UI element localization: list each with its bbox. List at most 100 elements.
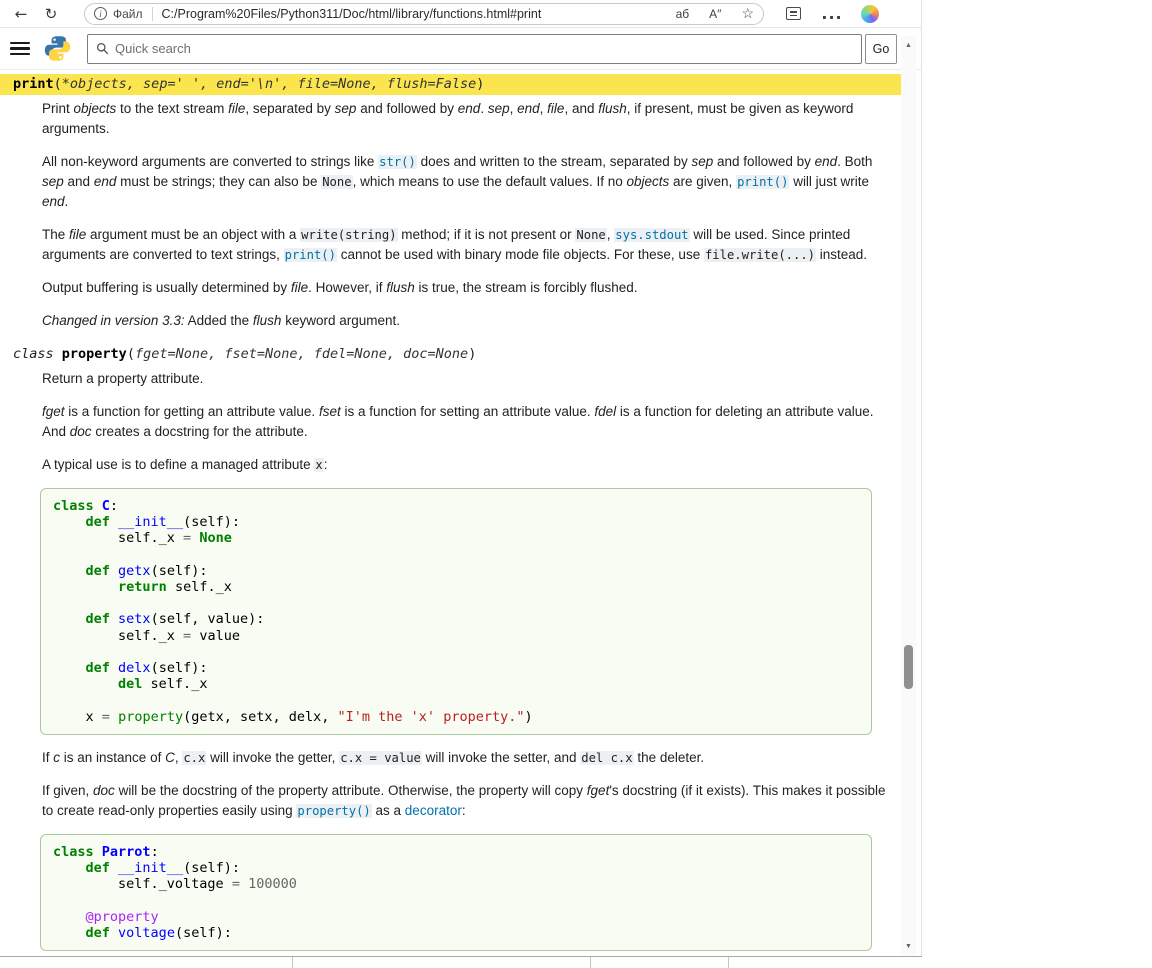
code-token: = — [183, 628, 191, 644]
code-token — [110, 611, 118, 627]
refresh-button[interactable]: ↻ — [36, 2, 66, 26]
code-link[interactable]: sys.stdout — [614, 228, 689, 242]
italic-text: end — [458, 101, 481, 116]
address-bar[interactable]: i Файл C:/Program%20Files/Python311/Doc/… — [84, 3, 764, 25]
italic-text: end — [94, 174, 117, 189]
italic-text: sep — [692, 154, 714, 169]
screen: ← ↻ i Файл C:/Program%20Files/Python311/… — [0, 0, 1152, 968]
address-url[interactable]: C:/Program%20Files/Python311/Doc/html/li… — [162, 7, 656, 21]
code-token — [53, 514, 86, 530]
code-line: self._x = None — [53, 530, 859, 546]
code-token: 100000 — [248, 876, 297, 892]
code-token: return — [118, 579, 167, 595]
text-segment: creates a docstring for the attribute. — [92, 424, 308, 439]
print-entry: print(*objects, sep=' ', end='\n', file=… — [0, 74, 901, 331]
text-segment: : — [324, 457, 328, 472]
paragraph: Output buffering is usually determined b… — [42, 278, 887, 298]
text-segment: must be strings; they can also be — [116, 174, 321, 189]
paragraph: If given, doc will be the docstring of t… — [42, 781, 887, 821]
print-signature: print(*objects, sep=' ', end='\n', file=… — [0, 74, 901, 95]
text-segment: and followed by — [356, 101, 457, 116]
scrollbar-thumb[interactable] — [904, 645, 913, 689]
text-segment: All non-keyword arguments are converted … — [42, 154, 378, 169]
italic-text: fset — [319, 404, 341, 419]
code-line — [53, 892, 859, 908]
scroll-up-arrow[interactable]: ▲ — [901, 38, 916, 53]
code-token — [110, 925, 118, 941]
code-line: x = property(getx, setx, delx, "I'm the … — [53, 709, 859, 725]
text-segment: argument must be an object with a — [86, 227, 300, 242]
back-button[interactable]: ← — [6, 2, 36, 26]
code-token: property — [118, 709, 183, 725]
code-token — [94, 844, 102, 860]
favorites-star-icon[interactable]: ☆ — [741, 5, 754, 22]
code-line — [53, 692, 859, 708]
search-go-button[interactable]: Go — [865, 34, 897, 64]
code-token: (self): — [183, 514, 240, 530]
code-token: (self): — [151, 660, 208, 676]
code-link[interactable]: str() — [378, 155, 417, 169]
italic-text: fget — [587, 783, 610, 798]
scroll-down-arrow[interactable]: ▼ — [901, 939, 916, 954]
code-token: del — [118, 676, 142, 692]
text-segment: is true, the stream is forcibly flushed. — [415, 280, 638, 295]
version-changed-note: Changed in version 3.3: Added the flush … — [42, 311, 887, 331]
italic-text: objects — [626, 174, 669, 189]
link[interactable]: decorator — [405, 803, 462, 818]
property-signature: class property(fget=None, fset=None, fde… — [0, 344, 901, 365]
code-token: self._x — [167, 579, 232, 595]
vertical-scrollbar[interactable]: ▲ ▼ — [901, 36, 916, 956]
text-segment: will be the docstring of the property at… — [115, 783, 587, 798]
read-aloud-icon[interactable]: A″ — [709, 7, 721, 21]
collections-icon[interactable] — [786, 7, 801, 20]
code-token: C — [102, 498, 110, 514]
copilot-icon[interactable] — [861, 5, 879, 23]
python-logo[interactable] — [44, 35, 71, 62]
page-info-icon[interactable]: i — [94, 7, 107, 20]
text-segment: is a function for getting an attribute v… — [65, 404, 319, 419]
code-line: def getx(self): — [53, 563, 859, 579]
italic-text: c — [53, 750, 60, 765]
code-token: : — [151, 844, 159, 860]
paragraph: All non-keyword arguments are converted … — [42, 152, 887, 212]
italic-text: sep — [335, 101, 357, 116]
code-token: def — [86, 563, 110, 579]
code-line: class Parrot: — [53, 844, 859, 860]
text-segment: cannot be used with binary mode file obj… — [337, 247, 704, 262]
class-name: property — [62, 346, 127, 362]
text-segment: If given, — [42, 783, 93, 798]
italic-text: sep — [488, 101, 510, 116]
inline-code: None — [575, 228, 606, 242]
code-link[interactable]: print() — [284, 248, 337, 262]
code-token: value — [191, 628, 240, 644]
code-token: (self): — [183, 860, 240, 876]
code-token: setx — [118, 611, 151, 627]
property-entry: class property(fget=None, fset=None, fde… — [0, 344, 901, 951]
italic-text: end — [42, 194, 65, 209]
translate-icon[interactable]: аб — [676, 7, 690, 21]
code-token — [240, 876, 248, 892]
code-link[interactable]: print() — [736, 175, 789, 189]
function-name: print — [13, 76, 54, 92]
italic-text: flush — [598, 101, 627, 116]
text-segment: Output buffering is usually determined b… — [42, 280, 291, 295]
italic-text: objects — [74, 101, 117, 116]
search-input[interactable] — [115, 41, 853, 56]
bottom-divider — [292, 957, 293, 968]
code-link[interactable]: property() — [296, 804, 371, 818]
code-token — [53, 860, 86, 876]
code-token — [53, 660, 86, 676]
paragraph: Print objects to the text stream file, s… — [42, 99, 887, 139]
inline-code: x — [314, 458, 323, 472]
more-options-button[interactable]: ... — [817, 2, 847, 26]
paren: ) — [476, 76, 484, 92]
italic-text: flush — [253, 313, 282, 328]
italic-text: C — [165, 750, 175, 765]
text-segment: Added the — [185, 313, 253, 328]
code-line: def __init__(self): — [53, 514, 859, 530]
menu-icon[interactable] — [10, 42, 30, 56]
search-box[interactable] — [87, 34, 862, 64]
code-token: x — [53, 709, 102, 725]
paragraph: A typical use is to define a managed att… — [42, 455, 887, 475]
paren: ( — [127, 346, 135, 362]
